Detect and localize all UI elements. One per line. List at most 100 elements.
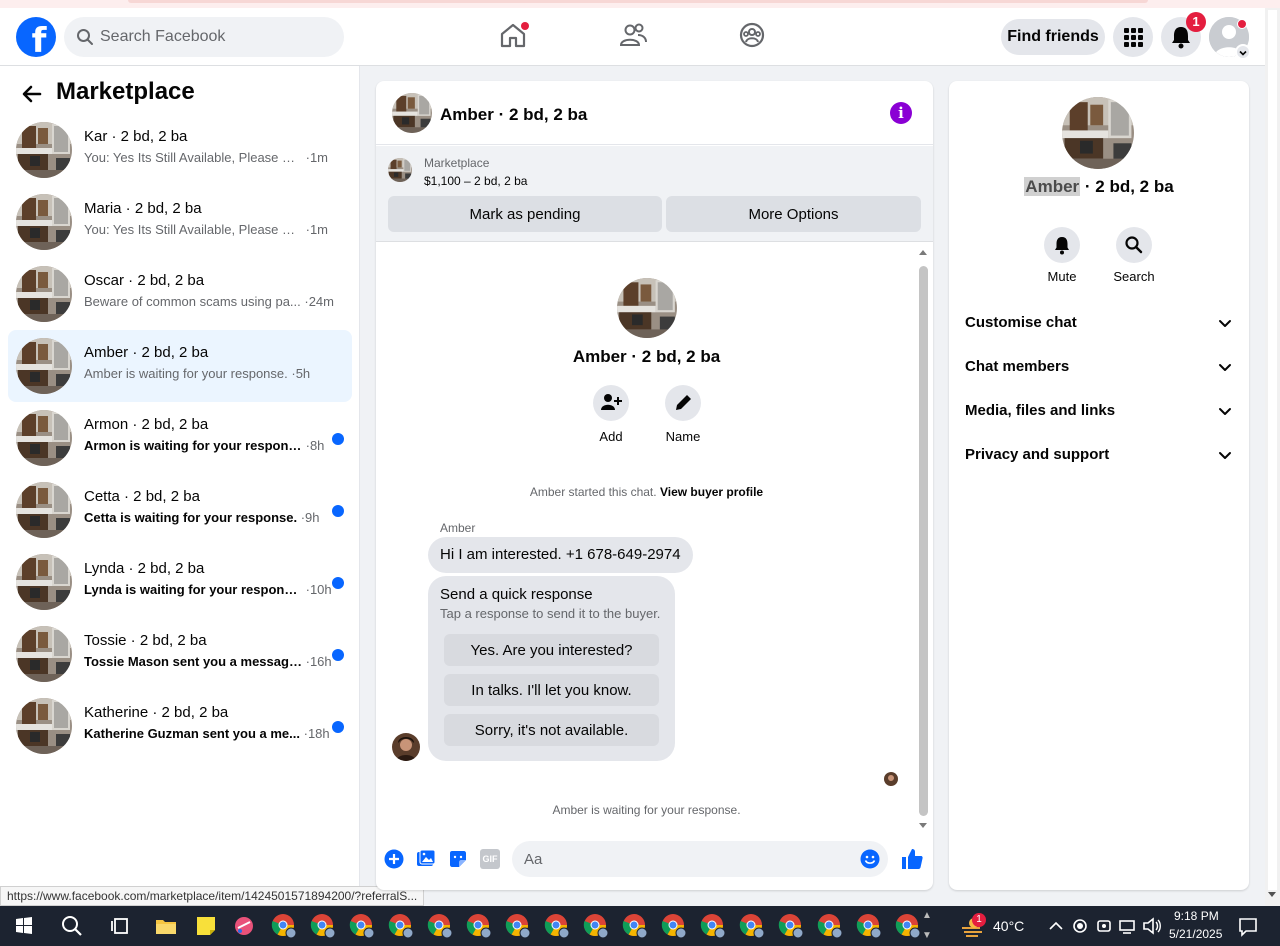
details-section[interactable]: Chat members	[949, 345, 1249, 389]
listing-avatar	[16, 410, 72, 466]
groups-icon[interactable]	[737, 20, 767, 50]
page-scrollbar[interactable]	[1265, 8, 1280, 906]
mute-label: Mute	[1047, 269, 1077, 284]
conversation-item[interactable]: Tossie · 2 bd, 2 ba Tossie Mason sent you…	[8, 618, 352, 690]
chrome-icon[interactable]	[387, 912, 415, 940]
preview-time: ·10h	[302, 582, 332, 597]
search-label: Search	[1113, 269, 1155, 284]
chrome-icon[interactable]	[816, 912, 844, 940]
chrome-icon[interactable]	[699, 912, 727, 940]
conversation-item[interactable]: Amber · 2 bd, 2 ba Amber is waiting for y…	[8, 330, 352, 402]
grid-menu-icon	[1124, 28, 1143, 47]
add-action[interactable]: Add	[581, 385, 641, 444]
top-navigation-bar: f Find friends 1	[0, 8, 1265, 66]
file-explorer-icon[interactable]	[152, 912, 180, 940]
details-section[interactable]: Customise chat	[949, 301, 1249, 345]
conversation-name: Lynda · 2 bd, 2 ba	[84, 560, 205, 577]
conversation-preview: Amber is waiting for your response. ·5h	[84, 366, 344, 381]
photo-icon[interactable]	[416, 849, 436, 869]
info-icon[interactable]: i	[890, 102, 912, 124]
chrome-icon[interactable]	[426, 912, 454, 940]
conversation-item[interactable]: Lynda · 2 bd, 2 ba Lynda is waiting for y…	[8, 546, 352, 618]
conversation-item[interactable]: Cetta · 2 bd, 2 ba Cetta is waiting for y…	[8, 474, 352, 546]
search-facebook-box[interactable]	[64, 17, 344, 57]
conversation-item[interactable]: Kar · 2 bd, 2 ba You: Yes Its Still Avail…	[8, 114, 352, 186]
notification-center-icon[interactable]	[1234, 912, 1262, 940]
chrome-icon[interactable]	[582, 912, 610, 940]
conversation-preview: Katherine Guzman sent you a me... ·18h	[84, 726, 344, 741]
conversation-preview: You: Yes Its Still Available, Please Sen…	[84, 150, 344, 165]
mark-as-pending-button[interactable]: Mark as pending	[388, 196, 662, 232]
seen-indicator-avatar	[884, 772, 898, 786]
plus-circle-icon[interactable]	[384, 849, 404, 869]
chrome-icon[interactable]	[543, 912, 571, 940]
conversation-item[interactable]: Maria · 2 bd, 2 ba You: Yes Its Still Ava…	[8, 186, 352, 258]
details-section-title: Privacy and support	[965, 446, 1110, 463]
message-bubble[interactable]: Hi I am interested. +1 678-649-2974	[428, 537, 693, 573]
chat-title[interactable]: Amber · 2 bd, 2 ba	[440, 105, 587, 125]
chrome-icon[interactable]	[738, 912, 766, 940]
sticky-notes-icon[interactable]	[192, 912, 220, 940]
conversation-item[interactable]: Oscar · 2 bd, 2 ba Beware of common scams…	[8, 258, 352, 330]
snipping-tool-icon[interactable]	[230, 912, 258, 940]
quick-response-option[interactable]: In talks. I'll let you know.	[444, 674, 659, 706]
chrome-icon[interactable]	[348, 912, 376, 940]
gif-button[interactable]: GIF	[480, 849, 500, 869]
quick-response-option[interactable]: Sorry, it's not available.	[444, 714, 659, 746]
chrome-icon[interactable]	[621, 912, 649, 940]
search-action[interactable]: Search	[1104, 227, 1164, 284]
chrome-icon[interactable]	[504, 912, 532, 940]
chat-scrollbar[interactable]	[917, 250, 929, 830]
listing-avatar	[16, 626, 72, 682]
listing-thumbnail[interactable]	[388, 158, 412, 182]
taskbar-scroll-up[interactable]: ▲	[922, 910, 932, 921]
status-bar-url: https://www.facebook.com/marketplace/ite…	[0, 886, 425, 906]
find-friends-button[interactable]: Find friends	[1001, 19, 1105, 55]
chrome-icon[interactable]	[777, 912, 805, 940]
menu-button[interactable]	[1113, 17, 1153, 57]
conversation-title: Amber · 2 bd, 2 ba	[572, 347, 721, 366]
task-view-icon[interactable]	[106, 912, 134, 940]
taskbar-scroll-down[interactable]: ▼	[922, 930, 932, 941]
chrome-icon[interactable]	[660, 912, 688, 940]
search-input[interactable]	[100, 17, 330, 57]
clock-date[interactable]: 5/21/2025	[1169, 927, 1222, 941]
chrome-icon[interactable]	[270, 912, 298, 940]
more-options-button[interactable]: More Options	[666, 196, 921, 232]
emoji-icon[interactable]	[860, 849, 880, 869]
conversation-item[interactable]: Katherine · 2 bd, 2 ba Katherine Guzman s…	[8, 690, 352, 762]
windows-start-icon[interactable]	[10, 912, 38, 940]
conversation-item[interactable]: Armon · 2 bd, 2 ba Armon is waiting for y…	[8, 402, 352, 474]
details-section[interactable]: Media, files and links	[949, 389, 1249, 433]
mute-action[interactable]: Mute	[1032, 227, 1092, 284]
details-avatar[interactable]	[1062, 97, 1134, 169]
account-chevron-button[interactable]	[1235, 44, 1251, 60]
chrome-icon[interactable]	[855, 912, 883, 940]
search-icon[interactable]	[58, 912, 86, 940]
chrome-icon[interactable]	[465, 912, 493, 940]
sticker-icon[interactable]	[448, 849, 468, 869]
chat-header-avatar[interactable]	[392, 93, 432, 133]
quick-response-option[interactable]: Yes. Are you interested?	[444, 634, 659, 666]
chrome-icon[interactable]	[309, 912, 337, 940]
name-action[interactable]: Name	[653, 385, 713, 444]
quick-response-subtitle: Tap a response to send it to the buyer.	[440, 606, 661, 621]
back-arrow-icon[interactable]	[20, 82, 44, 106]
facebook-logo[interactable]: f	[16, 17, 56, 57]
message-input-box[interactable]	[512, 841, 888, 877]
chrome-icon[interactable]	[894, 912, 922, 940]
conversation-name: Kar · 2 bd, 2 ba	[84, 128, 188, 145]
clock-time[interactable]: 9:18 PM	[1174, 909, 1219, 923]
add-person-icon	[601, 394, 622, 410]
thumbs-up-icon[interactable]	[900, 847, 924, 871]
friends-icon[interactable]	[618, 20, 648, 50]
volume-icon[interactable]	[1138, 912, 1166, 940]
preview-time: ·24m	[300, 294, 334, 309]
conversation-name: Maria · 2 bd, 2 ba	[84, 200, 202, 217]
listing-avatar	[16, 266, 72, 322]
preview-time: ·16h	[302, 654, 332, 669]
sender-avatar[interactable]	[392, 733, 420, 761]
message-input[interactable]	[524, 841, 854, 877]
view-buyer-profile-link[interactable]: View buyer profile	[660, 485, 763, 499]
details-section[interactable]: Privacy and support	[949, 433, 1249, 477]
